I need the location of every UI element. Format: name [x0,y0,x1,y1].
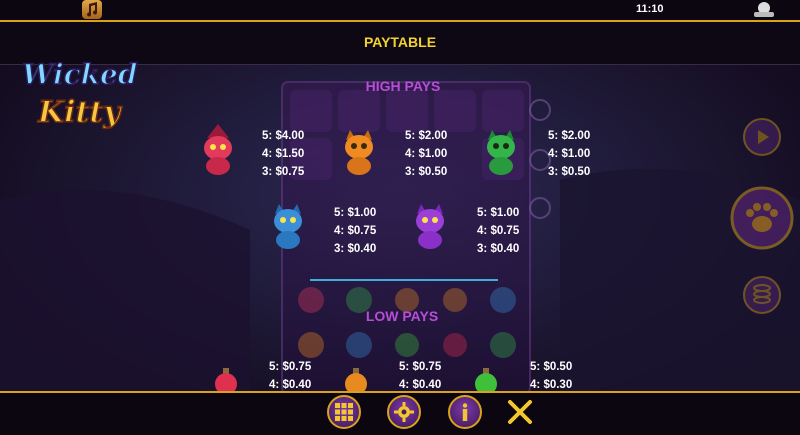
pay-values-red-witch-kitty: 5: $4.00 4: $1.50 3: $0.75 [262,130,305,178]
red-potion-symbol [215,368,237,392]
settings-gear-icon [394,402,414,422]
svg-text:Wicked: Wicked [22,58,137,91]
red-witch-kitty-symbol [204,124,232,175]
purple-kitty-symbol [416,204,444,249]
bet-button[interactable] [742,275,782,315]
spin-button[interactable] [730,186,794,250]
pay-values-green-potion: 5: $0.50 4: $0.30 [530,361,573,391]
info-button[interactable] [448,395,482,429]
clock: 11:10 [636,3,664,15]
music-note-icon [87,2,98,17]
pay-values-orange-potion: 5: $0.75 4: $0.40 [399,361,442,391]
menu-button[interactable] [327,395,361,429]
close-icon [508,400,532,424]
svg-text:Kitty: Kitty [37,95,123,130]
game-logo: Wicked Kitty [21,57,138,131]
close-button[interactable] [504,396,536,428]
provider-logo [754,2,774,17]
autoplay-button[interactable] [742,117,782,157]
info-icon [462,403,468,421]
orange-kitty-symbol [345,130,373,175]
page-title: PAYTABLE [363,34,437,50]
settings-button[interactable] [387,395,421,429]
low-pays-heading: LOW PAYS [365,308,439,324]
pay-values-red-potion: 5: $0.75 4: $0.40 [269,361,312,391]
green-potion-symbol [475,368,497,392]
blue-kitty-symbol [274,204,302,249]
music-toggle-button[interactable] [82,0,102,19]
menu-grid-icon [335,403,353,421]
pay-values-green-kitty: 5: $2.00 4: $1.00 3: $0.50 [548,130,591,178]
green-kitty-symbol [487,130,515,175]
pay-values-blue-kitty: 5: $1.00 4: $0.75 3: $0.40 [334,207,377,255]
pay-values-orange-kitty: 5: $2.00 4: $1.00 3: $0.50 [405,130,448,178]
high-pays-heading: HIGH PAYS [365,78,441,94]
pay-values-purple-kitty: 5: $1.00 4: $0.75 3: $0.40 [477,207,520,255]
status-bar [0,0,800,22]
orange-potion-symbol [345,368,367,392]
